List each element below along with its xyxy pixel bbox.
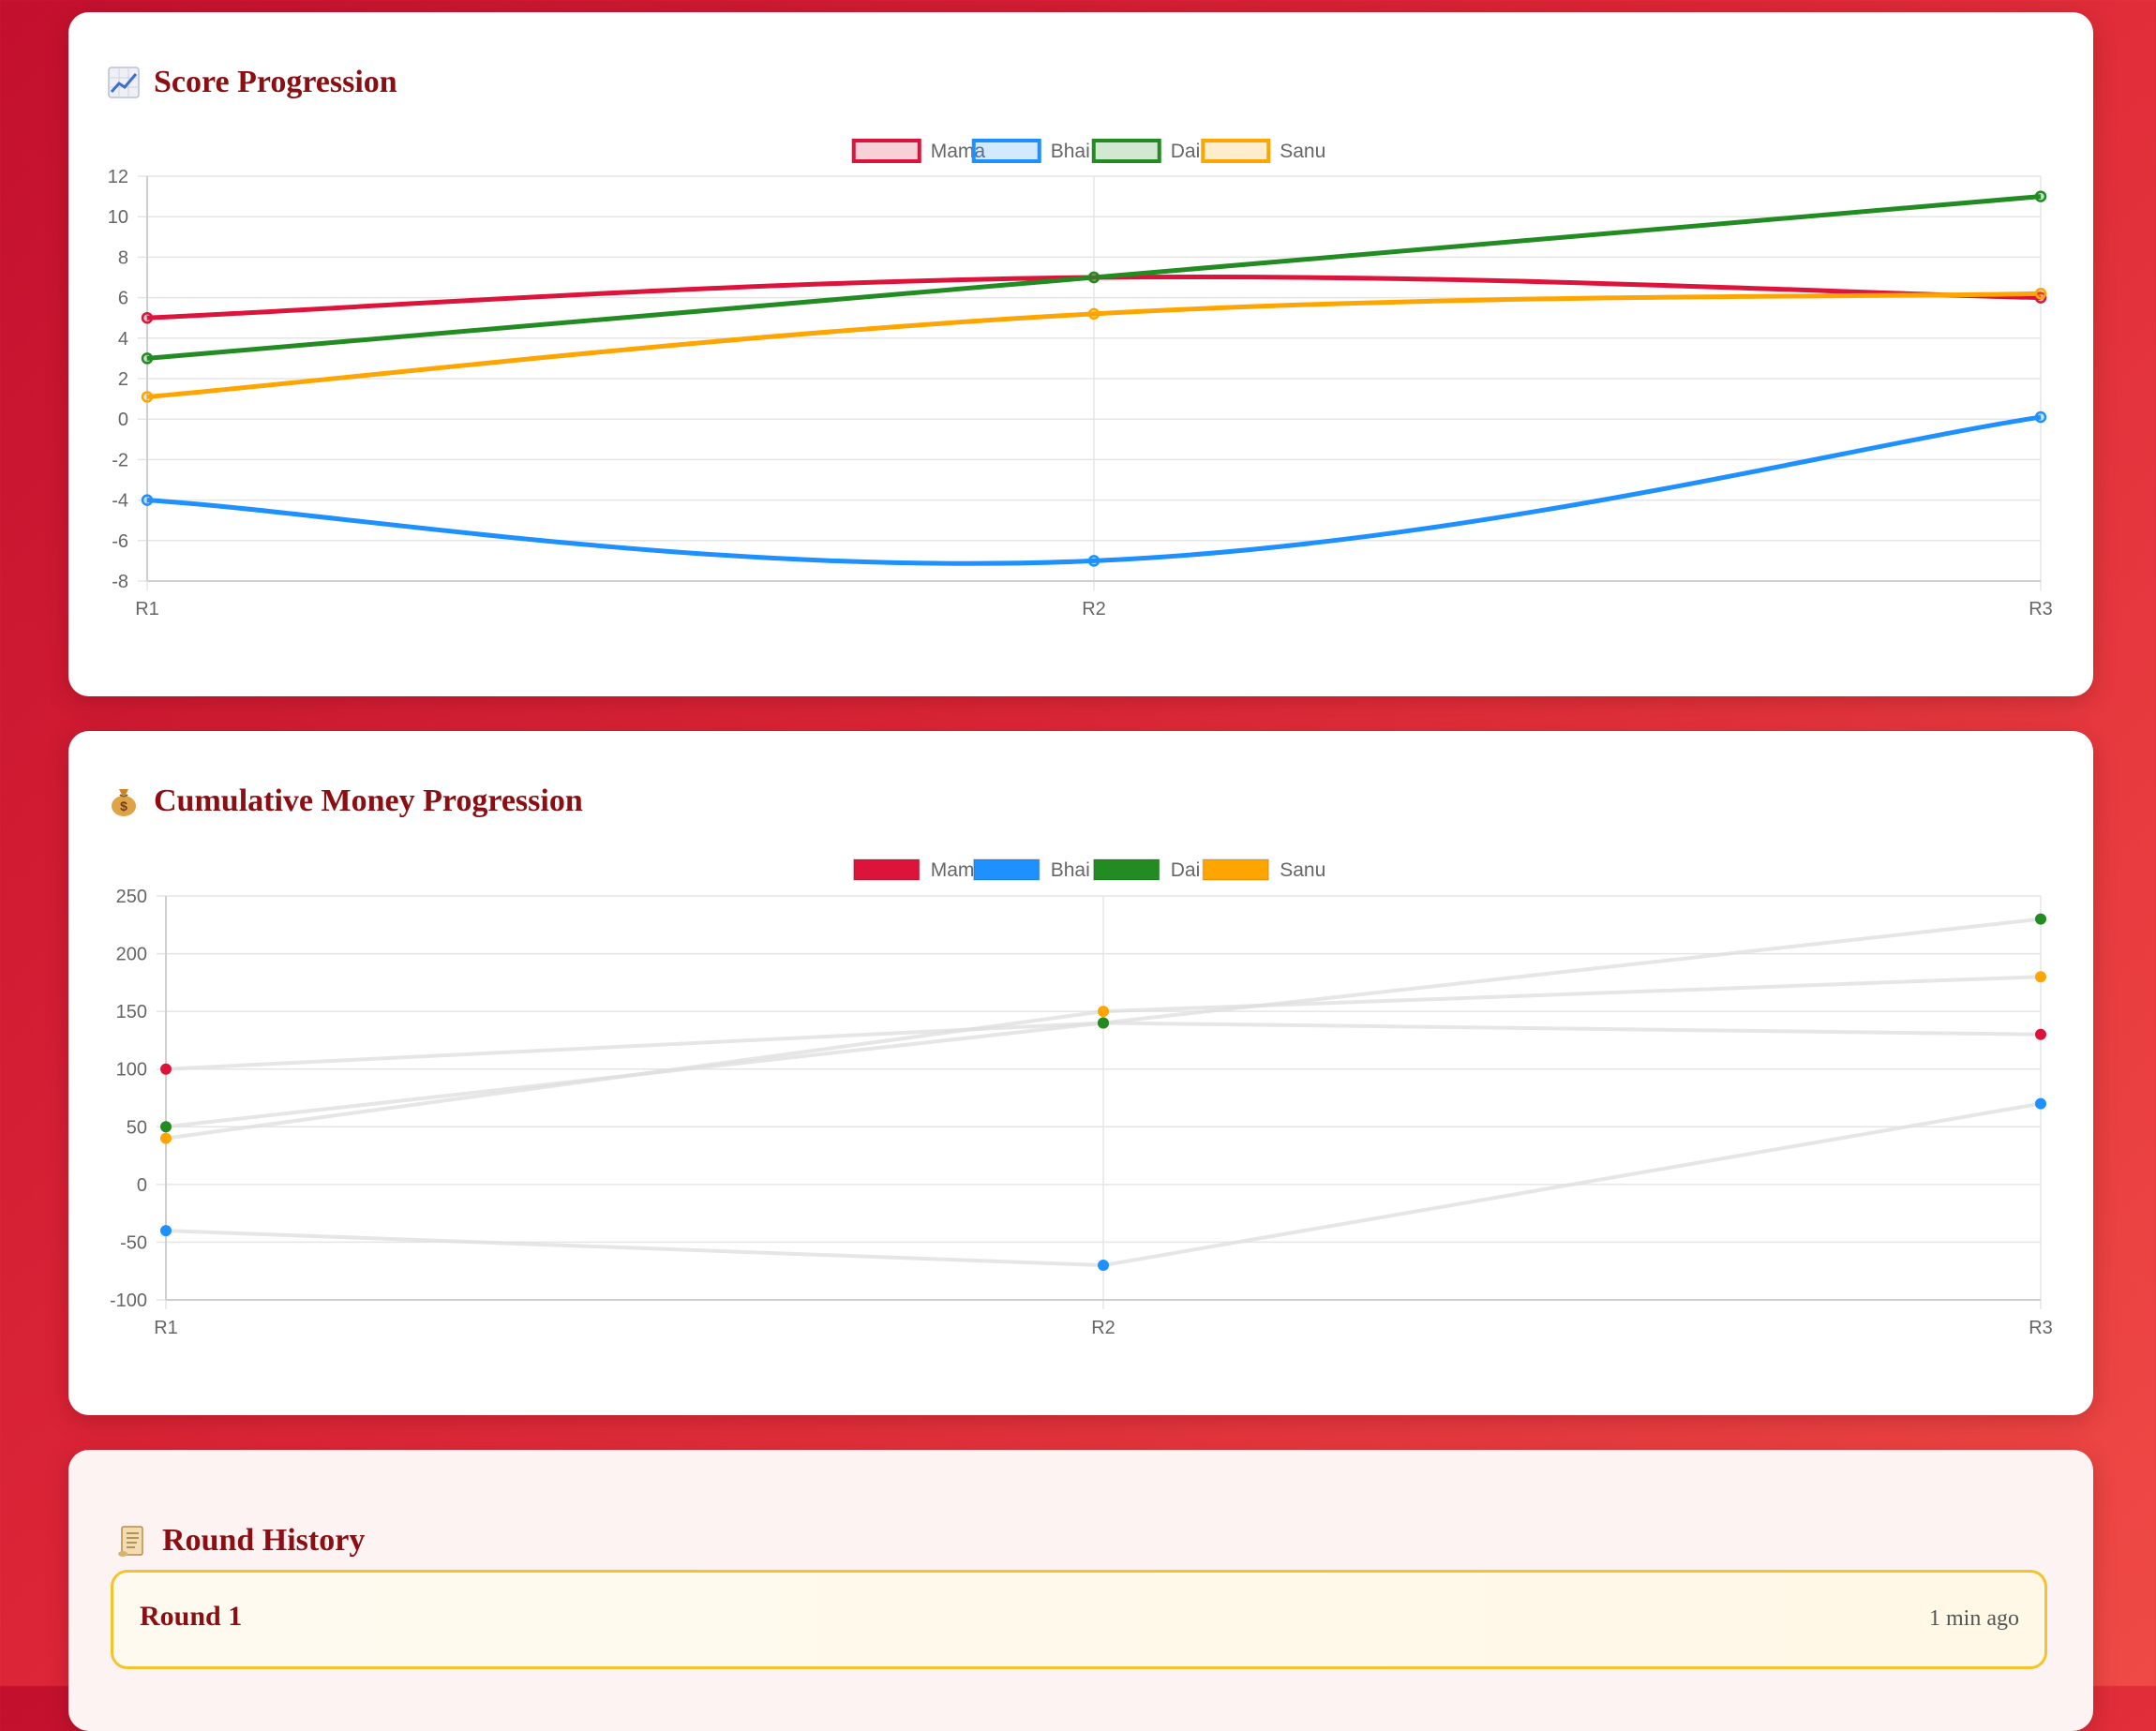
data-point-bhai[interactable] bbox=[160, 1225, 172, 1237]
scroll-icon bbox=[115, 1524, 149, 1558]
data-point-sanu[interactable] bbox=[141, 391, 154, 403]
y-tick-label: 50 bbox=[127, 1117, 147, 1138]
legend-item[interactable]: Dai bbox=[1091, 139, 1201, 163]
legend-swatch bbox=[972, 858, 1041, 881]
legend-label: Bhai bbox=[1051, 859, 1090, 881]
legend-item[interactable]: Sanu bbox=[1202, 858, 1325, 881]
legend-swatch bbox=[971, 139, 1041, 163]
y-tick-label: 0 bbox=[137, 1175, 147, 1196]
y-tick-label: 200 bbox=[116, 945, 147, 965]
y-tick-label: 4 bbox=[118, 329, 128, 350]
legend-item[interactable]: Bhai bbox=[971, 139, 1090, 163]
y-tick-label: -100 bbox=[110, 1291, 147, 1311]
y-tick-label: -50 bbox=[120, 1232, 147, 1253]
y-tick-label: 10 bbox=[108, 207, 128, 228]
legend-label: Bhai bbox=[1051, 141, 1090, 162]
legend-item[interactable]: Bhai bbox=[972, 858, 1090, 881]
data-point-sanu[interactable] bbox=[1087, 307, 1100, 321]
data-point-bhai[interactable] bbox=[141, 494, 154, 506]
data-point-bhai[interactable] bbox=[2034, 410, 2047, 424]
data-point-dai[interactable] bbox=[1098, 1017, 1109, 1029]
data-point-dai[interactable] bbox=[141, 352, 154, 365]
round-history-title: Round History bbox=[115, 1517, 365, 1564]
data-point-bhai[interactable] bbox=[1098, 1260, 1109, 1272]
data-point-sanu[interactable] bbox=[2034, 288, 2047, 300]
y-tick-label: 6 bbox=[118, 289, 128, 309]
data-point-mama[interactable] bbox=[2035, 1028, 2046, 1040]
money-progression-card: $ Cumulative Money Progression 250 200 150… bbox=[68, 731, 2093, 1415]
data-point-bhai[interactable] bbox=[2035, 1097, 2046, 1110]
data-point-mama[interactable] bbox=[160, 1063, 172, 1075]
legend-item[interactable]: Sanu bbox=[1201, 139, 1325, 163]
legend-swatch bbox=[1202, 858, 1270, 881]
x-tick-label: R2 bbox=[1091, 1318, 1115, 1338]
data-point-sanu[interactable] bbox=[2035, 971, 2046, 983]
legend-label: Sanu bbox=[1280, 141, 1325, 162]
y-tick-label: 0 bbox=[118, 410, 128, 430]
y-tick-label: -8 bbox=[112, 572, 128, 592]
legend-swatch bbox=[1092, 858, 1160, 881]
y-tick-label: 8 bbox=[118, 247, 128, 268]
y-tick-label: -6 bbox=[112, 531, 128, 552]
x-tick-label: R2 bbox=[1082, 599, 1106, 619]
round-history-card: Round History Round 1 1 min ago bbox=[68, 1450, 2093, 1731]
round-name: Round 1 bbox=[140, 1601, 243, 1632]
legend-item[interactable]: Mama bbox=[852, 858, 986, 881]
legend-label: Dai bbox=[1171, 141, 1201, 162]
data-point-sanu[interactable] bbox=[1098, 1006, 1109, 1018]
data-point-dai[interactable] bbox=[2034, 190, 2047, 202]
y-tick-label: 100 bbox=[116, 1060, 147, 1081]
data-point-sanu[interactable] bbox=[160, 1132, 172, 1144]
round-history-title-text: Round History bbox=[162, 1523, 366, 1558]
data-point-mama[interactable] bbox=[141, 311, 154, 324]
legend-label: Dai bbox=[1171, 859, 1201, 881]
score-progression-card: Score Progression 12 10 8 6 4 2 0 -2 -4 -6 -8 R1 R2 R… bbox=[68, 12, 2093, 696]
y-tick-label: 2 bbox=[118, 369, 128, 390]
data-point-dai[interactable] bbox=[2035, 913, 2046, 925]
y-tick-label: 12 bbox=[108, 167, 128, 187]
y-tick-label: -2 bbox=[112, 450, 128, 470]
score-progression-chart: 12 10 8 6 4 2 0 -2 -4 -6 -8 R1 R2 R3 Mama Bhai Dai Sanu bbox=[108, 139, 2053, 619]
legend-item[interactable]: Dai bbox=[1092, 858, 1201, 881]
data-point-dai[interactable] bbox=[1087, 271, 1100, 284]
data-point-dai[interactable] bbox=[160, 1121, 172, 1133]
round-item[interactable]: Round 1 1 min ago bbox=[111, 1570, 2047, 1669]
round-timestamp: 1 min ago bbox=[1929, 1606, 2019, 1631]
data-point-bhai[interactable] bbox=[1087, 555, 1100, 567]
legend-label: Sanu bbox=[1280, 859, 1325, 881]
x-tick-label: R1 bbox=[154, 1318, 178, 1338]
legend-swatch bbox=[1091, 139, 1161, 163]
legend-swatch bbox=[851, 139, 921, 163]
y-tick-label: 250 bbox=[116, 887, 147, 907]
legend-item[interactable]: Mama bbox=[851, 139, 986, 163]
x-tick-label: R3 bbox=[2029, 599, 2053, 619]
x-tick-label: R1 bbox=[135, 599, 159, 619]
y-tick-label: 150 bbox=[116, 1002, 147, 1022]
money-progression-chart: 250 200 150 100 50 0 -50 -100 R1 R2 R3 Mama Bhai Dai S… bbox=[110, 858, 2053, 1338]
legend-swatch bbox=[852, 858, 921, 881]
y-tick-label: -4 bbox=[112, 491, 128, 512]
x-tick-label: R3 bbox=[2029, 1318, 2053, 1338]
legend-swatch bbox=[1201, 139, 1271, 163]
